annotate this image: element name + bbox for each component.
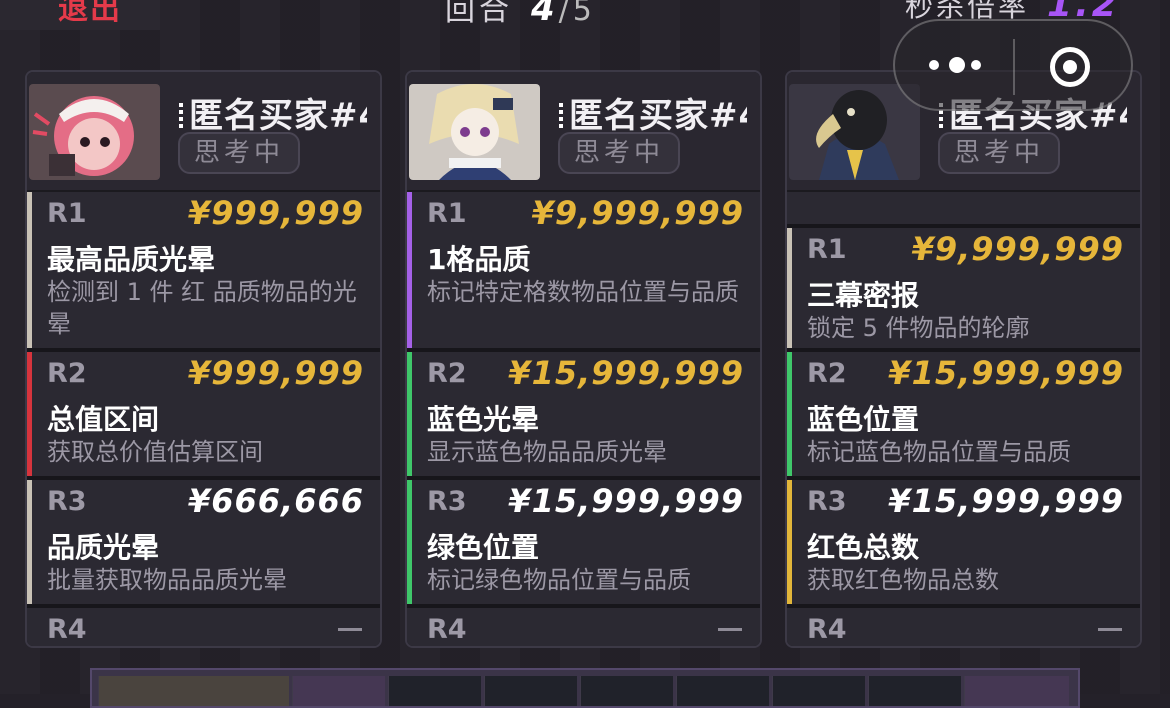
row-code: R3 xyxy=(47,486,87,517)
row-desc: 获取总价值估算区间 xyxy=(47,438,263,466)
bid-row-r2[interactable]: R2 ¥999,999 总值区间 获取总价值估算区间 xyxy=(27,352,380,476)
buyer-header: 匿名买家#464 思考中 xyxy=(27,72,380,190)
row-color-bar xyxy=(27,352,32,476)
round-label: 回合 xyxy=(445,0,513,28)
row-desc: 标记蓝色物品位置与品质 xyxy=(807,438,1071,466)
inventory-cell[interactable] xyxy=(580,676,673,706)
row-price: ¥999,999 xyxy=(187,354,364,392)
inventory-cell[interactable] xyxy=(484,676,577,706)
buyer-card: 匿名买家#416 思考中 R1 ¥9,999,999 1格品质 标记特定格数物品… xyxy=(405,70,762,648)
row-price: ¥15,999,999 xyxy=(888,482,1124,520)
row-price: ¥999,999 xyxy=(187,194,364,232)
row-color-bar xyxy=(407,480,412,604)
row-code: R4 xyxy=(47,614,87,645)
row-price: ¥9,999,999 xyxy=(531,194,744,232)
buyer-name: 匿名买家#416 xyxy=(559,88,747,132)
bid-row-r4[interactable]: R4 xyxy=(407,608,760,646)
inventory-cell[interactable] xyxy=(964,676,1069,706)
row-title: 绿色位置 xyxy=(427,531,540,564)
row-code: R3 xyxy=(427,486,467,517)
row-code: R2 xyxy=(427,358,467,389)
row-title: 三幕密报 xyxy=(807,279,920,312)
inventory-strip xyxy=(90,668,1080,708)
row-color-bar xyxy=(407,192,412,348)
row-price: ¥15,999,999 xyxy=(508,482,744,520)
round-current: 4 xyxy=(531,0,559,29)
row-title: 蓝色位置 xyxy=(807,403,920,436)
buyer-name: 匿名买家#464 xyxy=(179,88,367,132)
row-color-bar xyxy=(787,352,792,476)
buyer-status-badge: 思考中 xyxy=(938,132,1060,174)
row-empty-dash xyxy=(338,628,362,631)
row-code: R3 xyxy=(807,486,847,517)
row-code: R1 xyxy=(807,234,847,265)
row-desc: 获取红色物品总数 xyxy=(807,566,999,594)
row-desc: 检测到 1 件 红 品质物品的光晕 xyxy=(47,278,357,338)
inventory-cell[interactable] xyxy=(676,676,769,706)
inventory-cell[interactable] xyxy=(388,676,481,706)
row-code: R2 xyxy=(807,358,847,389)
inventory-cell[interactable] xyxy=(98,676,289,706)
row-desc: 显示蓝色物品品质光晕 xyxy=(427,438,667,466)
bid-row-r1[interactable]: R1 ¥9,999,999 三幕密报 锁定 5 件物品的轮廓 xyxy=(787,228,1140,348)
bid-row-r4[interactable]: R4 xyxy=(787,608,1140,646)
row-price: ¥9,999,999 xyxy=(911,230,1124,268)
bid-row-r1[interactable]: R1 ¥9,999,999 1格品质 标记特定格数物品位置与品质 xyxy=(407,192,760,348)
close-target-icon[interactable] xyxy=(1050,47,1090,87)
row-desc: 锁定 5 件物品的轮廓 xyxy=(807,314,1030,342)
row-title: 最高品质光晕 xyxy=(47,243,216,276)
row-code: R4 xyxy=(427,614,467,645)
bid-row-r3[interactable]: R3 ¥15,999,999 红色总数 获取红色物品总数 xyxy=(787,480,1140,604)
row-color-bar xyxy=(27,192,32,348)
buyer-avatar xyxy=(789,84,920,180)
row-title: 总值区间 xyxy=(47,403,160,436)
inventory-cell[interactable] xyxy=(868,676,961,706)
bid-row-r2[interactable]: R2 ¥15,999,999 蓝色光晕 显示蓝色物品品质光晕 xyxy=(407,352,760,476)
row-empty-dash xyxy=(1098,628,1122,631)
miniprogram-capsule xyxy=(893,19,1133,111)
row-color-bar xyxy=(787,228,792,348)
row-desc: 批量获取物品品质光晕 xyxy=(47,566,287,594)
exit-button[interactable]: 退出 xyxy=(58,0,122,28)
row-desc: 标记特定格数物品位置与品质 xyxy=(427,278,739,306)
buyer-avatar xyxy=(29,84,160,180)
inventory-cell[interactable] xyxy=(772,676,865,706)
bid-row-r3[interactable]: R3 ¥666,666 品质光晕 批量获取物品品质光晕 xyxy=(27,480,380,604)
row-code: R2 xyxy=(47,358,87,389)
row-desc: 标记绿色物品位置与品质 xyxy=(427,566,691,594)
buyer-card: 匿名买家#464 思考中 R1 ¥999,999 最高品质光晕 检测到 1 件 … xyxy=(25,70,382,648)
row-price: ¥15,999,999 xyxy=(508,354,744,392)
row-code: R4 xyxy=(807,614,847,645)
row-title: 蓝色光晕 xyxy=(427,403,540,436)
row-empty-dash xyxy=(718,628,742,631)
bid-row-r4[interactable]: R4 xyxy=(27,608,380,646)
bid-row-r3[interactable]: R3 ¥15,999,999 绿色位置 标记绿色物品位置与品质 xyxy=(407,480,760,604)
buyer-card: 匿名买家#476 思考中 R1 ¥9,999,999 三幕密报 锁定 5 件物品… xyxy=(785,70,1142,648)
row-price: ¥666,666 xyxy=(187,482,364,520)
row-code: R1 xyxy=(427,198,467,229)
buyer-status-badge: 思考中 xyxy=(178,132,300,174)
buyer-status-badge: 思考中 xyxy=(558,132,680,174)
bid-row-r1[interactable]: R1 ¥999,999 最高品质光晕 检测到 1 件 红 品质物品的光晕 xyxy=(27,192,380,348)
bid-row-empty xyxy=(787,192,1140,224)
bid-row-r2[interactable]: R2 ¥15,999,999 蓝色位置 标记蓝色物品位置与品质 xyxy=(787,352,1140,476)
round-total: /5 xyxy=(558,0,596,28)
row-title: 红色总数 xyxy=(807,531,920,564)
buyer-avatar xyxy=(409,84,540,180)
row-color-bar xyxy=(787,480,792,604)
inventory-cell[interactable] xyxy=(292,676,385,706)
row-color-bar xyxy=(27,480,32,604)
round-indicator: 回合 4/5 xyxy=(445,0,596,29)
more-icon[interactable] xyxy=(929,53,985,77)
row-price: ¥15,999,999 xyxy=(888,354,1124,392)
capsule-divider xyxy=(1013,39,1015,95)
row-title: 品质光晕 xyxy=(47,531,160,564)
row-color-bar xyxy=(407,352,412,476)
row-code: R1 xyxy=(47,198,87,229)
buyer-header: 匿名买家#416 思考中 xyxy=(407,72,760,190)
row-title: 1格品质 xyxy=(427,243,531,276)
